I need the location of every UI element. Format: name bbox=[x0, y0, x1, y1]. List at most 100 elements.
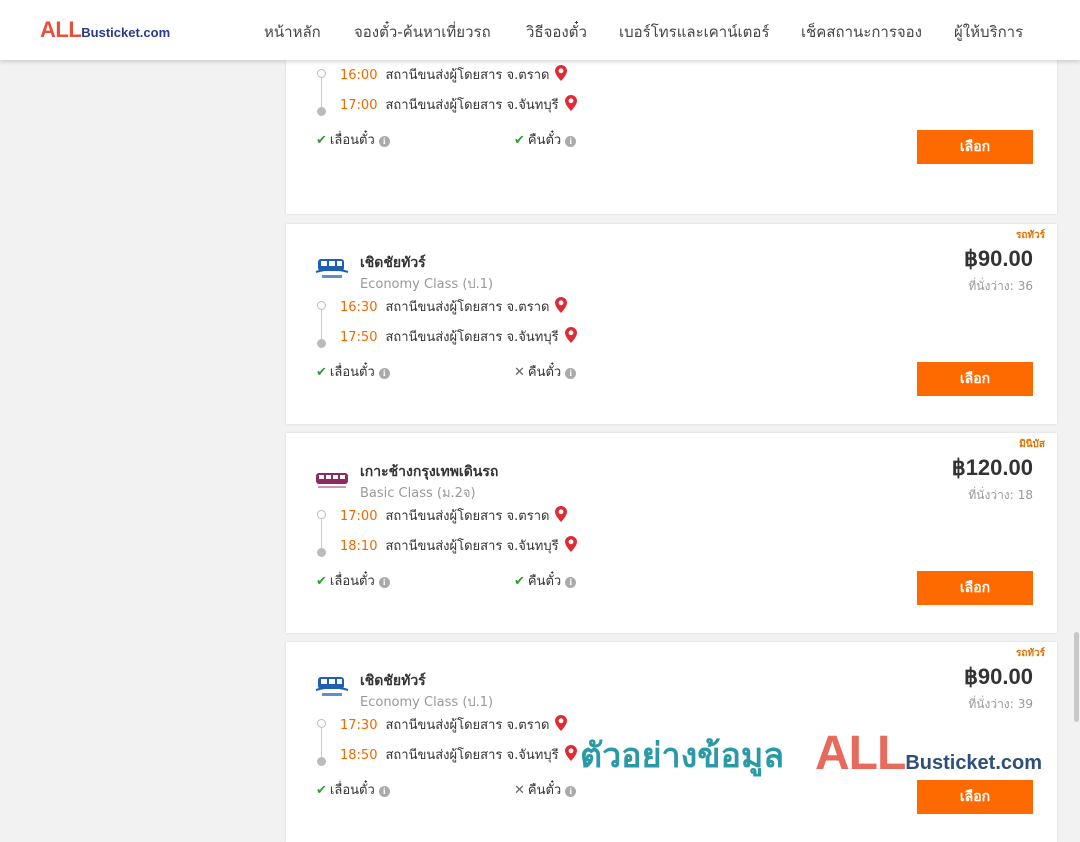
page-scrollbar[interactable] bbox=[1072, 60, 1080, 800]
seats-available: ที่นั่งว่าง: 18 bbox=[964, 486, 1033, 505]
scrollbar-thumb[interactable] bbox=[1074, 632, 1079, 722]
arrival-time: 17:50 bbox=[340, 330, 378, 345]
select-trip-button[interactable]: เลือก bbox=[917, 780, 1033, 814]
refund-ticket-label: คืนตั๋ว bbox=[527, 365, 562, 380]
timeline-start-dot bbox=[317, 719, 326, 728]
timeline-line bbox=[321, 310, 322, 340]
info-icon[interactable]: i bbox=[378, 577, 390, 588]
arrival-stop: 18:10 สถานีขนส่งผู้โดยสาร จ.จันทบุรี bbox=[340, 535, 577, 556]
refund-ticket-option: ✔ คืนตั๋ว i bbox=[514, 570, 577, 591]
ticket-price: ฿90.00 bbox=[963, 664, 1033, 689]
timeline-end-dot bbox=[317, 757, 326, 766]
vehicle-type-badge: รถทัวร์ bbox=[1015, 230, 1045, 241]
timeline-end-dot bbox=[317, 339, 326, 348]
seats-available: ที่นั่งว่าง: 39 bbox=[964, 695, 1033, 714]
select-trip-button[interactable]: เลือก bbox=[917, 130, 1033, 164]
nav-item-home[interactable]: หน้าหลัก bbox=[264, 20, 321, 44]
operator-logo bbox=[314, 674, 350, 700]
nav-item-booking[interactable]: จองตั๋ว-ค้นหาเที่ยวรถ bbox=[354, 20, 491, 44]
select-trip-button[interactable]: เลือก bbox=[917, 571, 1033, 605]
watermark-logo-secondary: Busticket.com bbox=[905, 752, 1043, 774]
timeline-start-dot bbox=[317, 301, 326, 310]
seats-label: ที่นั่งว่าง: bbox=[968, 488, 1014, 502]
check-icon: ✔ bbox=[316, 783, 327, 798]
vehicle-type-badge: รถทัวร์ bbox=[1015, 648, 1045, 659]
map-pin-icon[interactable] bbox=[555, 715, 568, 731]
change-ticket-label: เลื่อนตั๋ว bbox=[329, 783, 375, 798]
refund-ticket-option: ✔ คืนตั๋ว i bbox=[514, 129, 577, 150]
departure-station: สถานีขนส่งผู้โดยสาร จ.ตราด bbox=[385, 300, 550, 315]
change-ticket-option: ✔ เลื่อนตั๋ว i bbox=[316, 361, 390, 382]
departure-time: 16:00 bbox=[340, 68, 378, 83]
cross-icon: ✕ bbox=[514, 365, 525, 380]
info-icon[interactable]: i bbox=[378, 786, 390, 797]
change-ticket-option: ✔ เลื่อนตั๋ว i bbox=[316, 779, 390, 800]
seats-available: ที่นั่งว่าง: 36 bbox=[964, 277, 1033, 296]
map-pin-icon[interactable] bbox=[564, 745, 577, 761]
departure-stop: 16:30 สถานีขนส่งผู้โดยสาร จ.ตราด bbox=[340, 296, 568, 317]
refund-ticket-label: คืนตั๋ว bbox=[527, 574, 562, 589]
map-pin-icon[interactable] bbox=[564, 95, 577, 111]
refund-ticket-option: ✕ คืนตั๋ว i bbox=[514, 779, 577, 800]
arrival-time: 18:10 bbox=[340, 539, 378, 554]
departure-time: 16:30 bbox=[340, 300, 378, 315]
nav-item-contacts[interactable]: เบอร์โทรและเคาน์เตอร์ bbox=[619, 20, 769, 44]
change-ticket-option: ✔ เลื่อนตั๋ว i bbox=[316, 129, 390, 150]
nav-item-check-status[interactable]: เช็คสถานะการจอง bbox=[801, 20, 922, 44]
timeline-line bbox=[321, 78, 322, 108]
departure-time: 17:30 bbox=[340, 718, 378, 733]
arrival-stop: 17:50 สถานีขนส่งผู้โดยสาร จ.จันทบุรี bbox=[340, 326, 577, 347]
watermark-logo-primary: ALL bbox=[815, 727, 906, 780]
change-ticket-label: เลื่อนตั๋ว bbox=[329, 365, 375, 380]
info-icon[interactable]: i bbox=[565, 136, 577, 147]
map-pin-icon[interactable] bbox=[555, 506, 568, 522]
arrival-station: สถานีขนส่งผู้โดยสาร จ.จันทบุรี bbox=[385, 330, 559, 345]
operator-name: เชิดชัยทัวร์ bbox=[360, 255, 426, 271]
departure-station: สถานีขนส่งผู้โดยสาร จ.ตราด bbox=[385, 68, 550, 83]
arrival-stop: 18:50 สถานีขนส่งผู้โดยสาร จ.จันทบุรี bbox=[340, 744, 577, 765]
cross-icon: ✕ bbox=[514, 783, 525, 798]
nav-item-operators[interactable]: ผู้ให้บริการ bbox=[954, 20, 1023, 44]
arrival-time: 18:50 bbox=[340, 748, 378, 763]
nav-item-how-to-book[interactable]: วิธีจองตั๋ว bbox=[526, 20, 587, 44]
seats-count: 18 bbox=[1017, 488, 1033, 502]
map-pin-icon[interactable] bbox=[555, 297, 568, 313]
info-icon[interactable]: i bbox=[378, 136, 390, 147]
watermark-logo: ALLBusticket.com bbox=[815, 726, 1042, 781]
timeline-start-dot bbox=[317, 510, 326, 519]
info-icon[interactable]: i bbox=[565, 368, 577, 379]
bus-class: Economy Class (ป.1) bbox=[360, 695, 494, 710]
operator-logo bbox=[314, 256, 350, 282]
trip-card: รถทัวร์ เชิดชัยทัวร์ Economy Class (ป.1) ฿9… bbox=[286, 224, 1057, 424]
departure-stop: 16:00 สถานีขนส่งผู้โดยสาร จ.ตราด bbox=[340, 64, 568, 85]
operator-logo bbox=[314, 465, 350, 491]
arrival-stop: 17:00 สถานีขนส่งผู้โดยสาร จ.จันทบุรี bbox=[340, 94, 577, 115]
seats-count: 36 bbox=[1017, 279, 1033, 293]
map-pin-icon[interactable] bbox=[555, 65, 568, 81]
check-icon: ✔ bbox=[514, 133, 525, 148]
map-pin-icon[interactable] bbox=[564, 327, 577, 343]
refund-ticket-label: คืนตั๋ว bbox=[527, 783, 562, 798]
timeline-line bbox=[321, 519, 322, 549]
seats-count: 39 bbox=[1017, 697, 1033, 711]
departure-station: สถานีขนส่งผู้โดยสาร จ.ตราด bbox=[385, 718, 550, 733]
change-ticket-label: เลื่อนตั๋ว bbox=[329, 133, 375, 148]
change-ticket-option: ✔ เลื่อนตั๋ว i bbox=[316, 570, 390, 591]
arrival-station: สถานีขนส่งผู้โดยสาร จ.จันทบุรี bbox=[385, 539, 559, 554]
refund-ticket-option: ✕ คืนตั๋ว i bbox=[514, 361, 577, 382]
info-icon[interactable]: i bbox=[565, 577, 577, 588]
ticket-price: ฿120.00 bbox=[951, 455, 1033, 480]
arrival-time: 17:00 bbox=[340, 98, 378, 113]
check-icon: ✔ bbox=[316, 133, 327, 148]
bus-class: Basic Class (ม.2จ) bbox=[360, 486, 476, 501]
refund-ticket-label: คืนตั๋ว bbox=[527, 133, 562, 148]
operator-name: เชิดชัยทัวร์ bbox=[360, 673, 426, 689]
arrival-station: สถานีขนส่งผู้โดยสาร จ.จันทบุรี bbox=[385, 98, 559, 113]
info-icon[interactable]: i bbox=[565, 786, 577, 797]
info-icon[interactable]: i bbox=[378, 368, 390, 379]
timeline-line bbox=[321, 728, 322, 758]
map-pin-icon[interactable] bbox=[564, 536, 577, 552]
arrival-station: สถานีขนส่งผู้โดยสาร จ.จันทบุรี bbox=[385, 748, 559, 763]
timeline-end-dot bbox=[317, 107, 326, 116]
select-trip-button[interactable]: เลือก bbox=[917, 362, 1033, 396]
